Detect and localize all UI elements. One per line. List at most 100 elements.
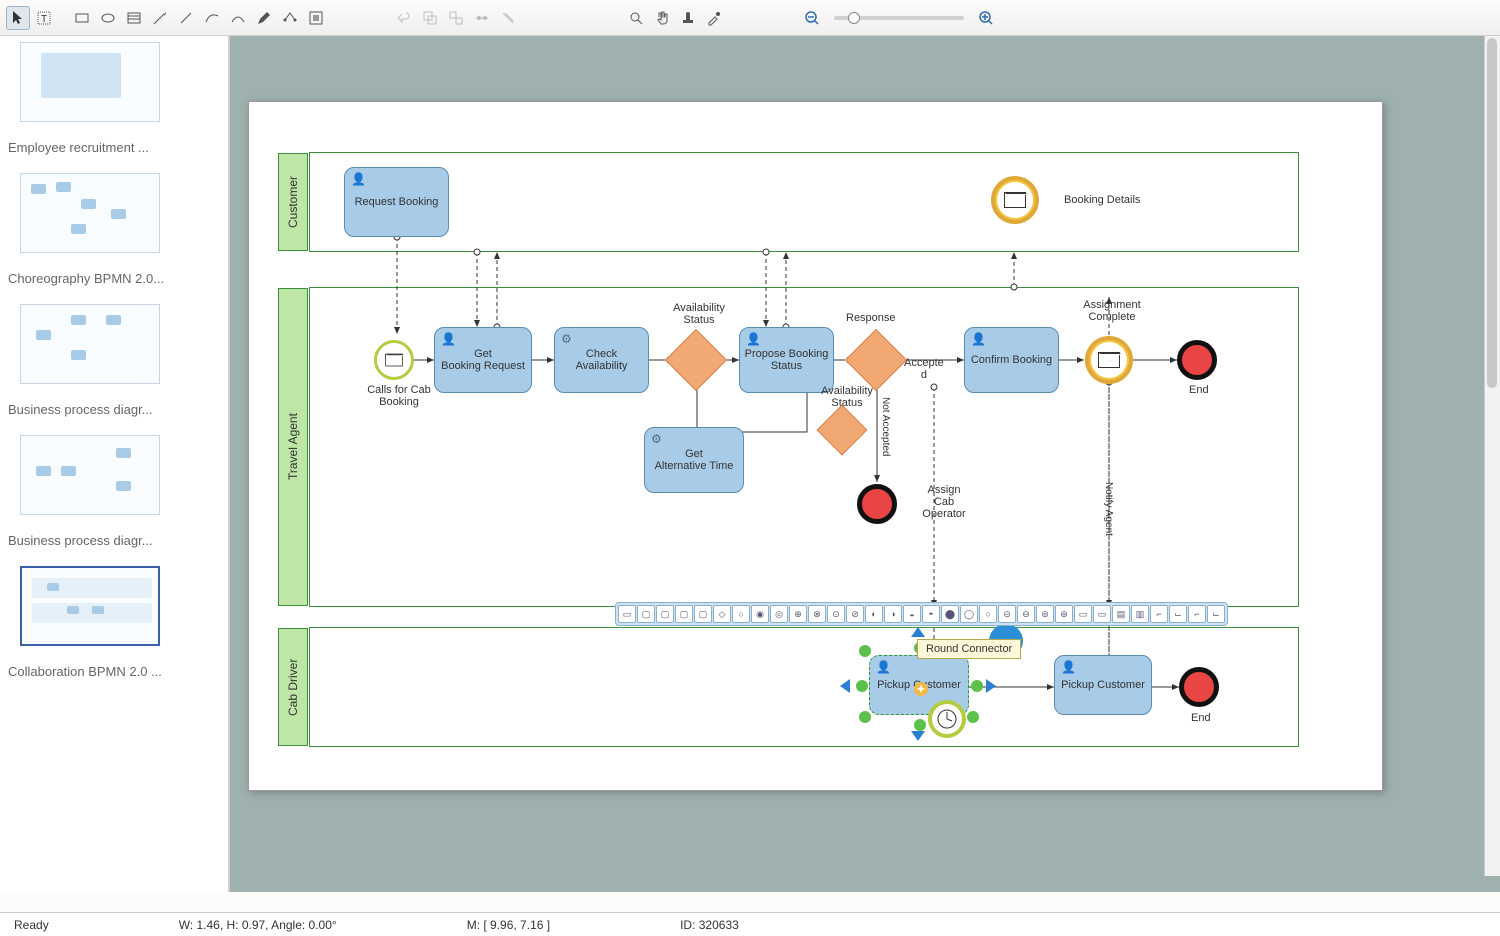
envelope-icon bbox=[1004, 192, 1026, 208]
zoom-area-tool[interactable] bbox=[624, 6, 648, 30]
shape-edit-tool[interactable] bbox=[278, 6, 302, 30]
shape-cell[interactable]: ⊙ bbox=[827, 605, 845, 623]
shape-cell[interactable]: ◑ bbox=[884, 605, 902, 623]
shape-cell[interactable]: ◎ bbox=[770, 605, 788, 623]
group-button[interactable] bbox=[418, 6, 442, 30]
select-tool[interactable] bbox=[6, 6, 30, 30]
task-propose-status[interactable]: 👤Propose Booking Status bbox=[739, 327, 834, 393]
task-get-alternative[interactable]: ⚙Get Alternative Time bbox=[644, 427, 744, 493]
task-check-availability[interactable]: ⚙Check Availability bbox=[554, 327, 649, 393]
plus-badge-icon: ✚ bbox=[914, 682, 928, 696]
shape-cell[interactable]: ▢ bbox=[675, 605, 693, 623]
shape-cell[interactable]: ○ bbox=[732, 605, 750, 623]
shape-cell[interactable]: ⌙ bbox=[1207, 605, 1225, 623]
zoom-out-button[interactable] bbox=[800, 6, 824, 30]
shape-cell[interactable]: ▭ bbox=[1074, 605, 1092, 623]
shape-cell[interactable]: ⌐ bbox=[1188, 605, 1206, 623]
stamp-tool[interactable] bbox=[676, 6, 700, 30]
shape-cell[interactable]: ▥ bbox=[1131, 605, 1149, 623]
selection-handle[interactable] bbox=[859, 711, 871, 723]
undo-button[interactable] bbox=[392, 6, 416, 30]
table-tool[interactable] bbox=[122, 6, 146, 30]
task-get-booking-request[interactable]: 👤Get Booking Request bbox=[434, 327, 532, 393]
shape-cell[interactable]: ⊜ bbox=[1036, 605, 1054, 623]
user-icon: 👤 bbox=[746, 332, 761, 346]
selection-handle[interactable] bbox=[914, 719, 926, 731]
shape-cell[interactable]: ◒ bbox=[903, 605, 921, 623]
shape-cell[interactable]: ◉ bbox=[751, 605, 769, 623]
pencil-tool[interactable] bbox=[252, 6, 276, 30]
vertical-scrollbar[interactable] bbox=[1484, 36, 1500, 876]
shape-cell[interactable]: ▢ bbox=[656, 605, 674, 623]
align-button[interactable] bbox=[470, 6, 494, 30]
timer-event[interactable] bbox=[928, 700, 966, 738]
shape-cell[interactable]: ▤ bbox=[1112, 605, 1130, 623]
shape-cell[interactable]: ⊕ bbox=[789, 605, 807, 623]
rect-tool[interactable] bbox=[70, 6, 94, 30]
shape-cell[interactable]: ▢ bbox=[694, 605, 712, 623]
event-booking-details[interactable] bbox=[991, 176, 1039, 224]
direction-handle[interactable] bbox=[840, 679, 850, 693]
svg-text:T: T bbox=[41, 14, 47, 25]
thumbnail-4[interactable]: Business process diagr... bbox=[8, 435, 220, 548]
text-tool[interactable]: T bbox=[32, 6, 56, 30]
thumbnail-1[interactable]: Employee recruitment ... bbox=[8, 42, 220, 155]
selection-handle[interactable] bbox=[967, 711, 979, 723]
shape-cell[interactable]: ⌙ bbox=[1169, 605, 1187, 623]
envelope-icon bbox=[385, 354, 403, 367]
shape-cell[interactable]: ◓ bbox=[922, 605, 940, 623]
event-assignment-complete[interactable] bbox=[1085, 336, 1133, 384]
task-pickup-customer-2[interactable]: 👤Pickup Customer bbox=[1054, 655, 1152, 715]
selection-handle[interactable] bbox=[859, 645, 871, 657]
task-request-booking[interactable]: 👤Request Booking bbox=[344, 167, 449, 237]
eyedropper-tool[interactable] bbox=[702, 6, 726, 30]
shape-cell[interactable]: ⊝ bbox=[998, 605, 1016, 623]
shape-cell[interactable]: ⊘ bbox=[846, 605, 864, 623]
lane-customer[interactable]: Customer bbox=[309, 152, 1299, 252]
shape-cell[interactable]: ▭ bbox=[1093, 605, 1111, 623]
event-end-travel[interactable] bbox=[857, 484, 897, 524]
label-accepted: Accepte d bbox=[904, 357, 944, 381]
canvas-area[interactable]: Customer Travel Agent Cab Driver 👤Reques… bbox=[230, 36, 1500, 892]
thumbnail-5[interactable]: Collaboration BPMN 2.0 ... bbox=[8, 566, 220, 679]
event-end-2[interactable] bbox=[1179, 667, 1219, 707]
page-thumbnails-sidebar[interactable]: Employee recruitment ... Choreography BP… bbox=[0, 36, 230, 892]
shape-cell[interactable]: ▢ bbox=[637, 605, 655, 623]
thumbnail-2[interactable]: Choreography BPMN 2.0... bbox=[8, 173, 220, 286]
shape-cell[interactable]: ◇ bbox=[713, 605, 731, 623]
direction-handle[interactable] bbox=[911, 627, 925, 637]
arc-tool[interactable] bbox=[226, 6, 250, 30]
direction-handle[interactable] bbox=[911, 731, 925, 741]
shape-cell[interactable]: ▭ bbox=[618, 605, 636, 623]
line-tool[interactable] bbox=[174, 6, 198, 30]
event-calls-for-booking[interactable] bbox=[374, 340, 414, 380]
status-dims: W: 1.46, H: 0.97, Angle: 0.00° bbox=[179, 918, 337, 932]
pan-tool[interactable] bbox=[650, 6, 674, 30]
curve-tool[interactable] bbox=[200, 6, 224, 30]
distribute-button[interactable] bbox=[496, 6, 520, 30]
task-confirm-booking[interactable]: 👤Confirm Booking bbox=[964, 327, 1059, 393]
drawing-page[interactable]: Customer Travel Agent Cab Driver 👤Reques… bbox=[248, 101, 1383, 791]
shape-cell[interactable]: ⊛ bbox=[1055, 605, 1073, 623]
shape-cell[interactable]: ◐ bbox=[865, 605, 883, 623]
shape-cell[interactable]: ⊖ bbox=[1017, 605, 1035, 623]
label-response: Response bbox=[846, 312, 896, 324]
zoom-in-button[interactable] bbox=[974, 6, 998, 30]
shape-cell[interactable]: ◯ bbox=[960, 605, 978, 623]
oval-tool[interactable] bbox=[96, 6, 120, 30]
shape-cell[interactable]: ⬤ bbox=[941, 605, 959, 623]
shape-cell[interactable]: ⊗ bbox=[808, 605, 826, 623]
selection-handle[interactable] bbox=[971, 680, 983, 692]
shape-tray[interactable]: ▭▢▢▢▢◇○◉◎⊕⊗⊙⊘◐◑◒◓⬤◯○⊝⊖⊜⊛▭▭▤▥⌐⌙⌐⌙ bbox=[615, 602, 1228, 626]
shape-cell[interactable]: ○ bbox=[979, 605, 997, 623]
label-avail-status: Availability Status bbox=[664, 302, 734, 326]
ungroup-button[interactable] bbox=[444, 6, 468, 30]
thumbnail-3[interactable]: Business process diagr... bbox=[8, 304, 220, 417]
frame-tool[interactable] bbox=[304, 6, 328, 30]
event-end-1[interactable] bbox=[1177, 340, 1217, 380]
selection-handle[interactable] bbox=[856, 680, 868, 692]
connector-tool[interactable] bbox=[148, 6, 172, 30]
shape-cell[interactable]: ⌐ bbox=[1150, 605, 1168, 623]
direction-handle[interactable] bbox=[986, 679, 996, 693]
zoom-slider[interactable] bbox=[834, 16, 964, 20]
